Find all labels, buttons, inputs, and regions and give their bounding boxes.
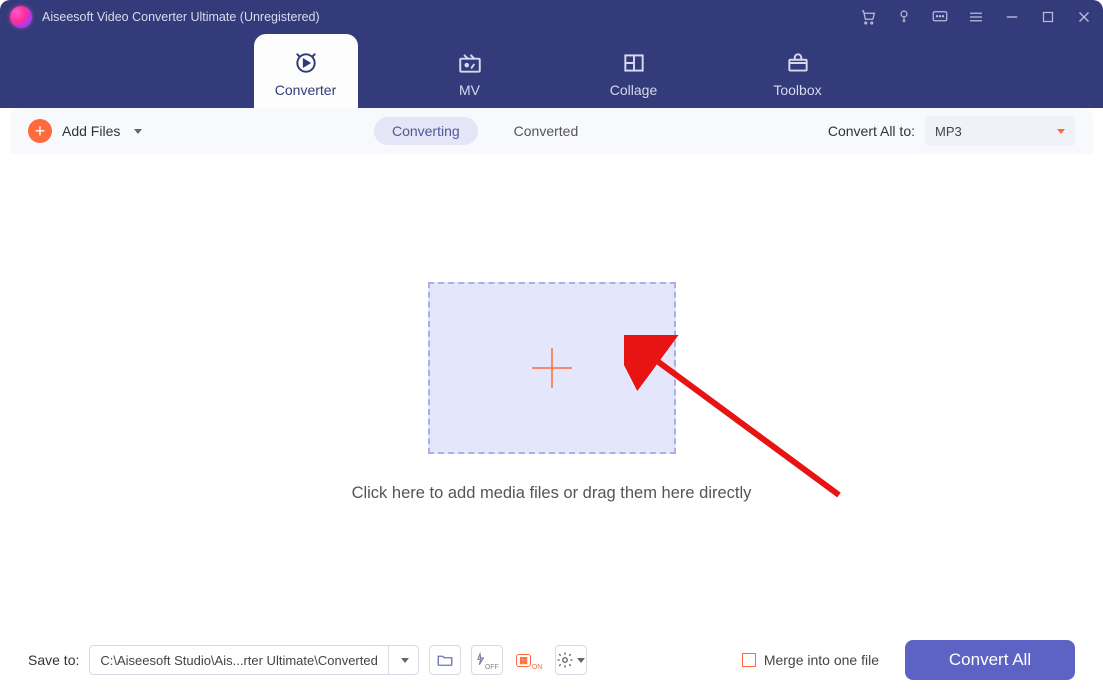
checkbox-icon [742,653,756,667]
menu-icon[interactable] [967,8,985,26]
gpu-icon: ▦ [516,654,531,667]
save-path-value: C:\Aiseesoft Studio\Ais...rter Ultimate\… [90,653,387,668]
key-icon[interactable] [895,8,913,26]
close-button[interactable] [1075,8,1093,26]
chevron-down-icon [134,129,142,134]
add-files-label: Add Files [62,123,120,139]
tab-converter-label: Converter [275,82,336,98]
tab-toolbox-label: Toolbox [773,82,821,98]
minimize-button[interactable] [1003,8,1021,26]
chevron-down-icon [577,658,585,663]
output-format-value: MP3 [935,124,962,139]
convert-all-button[interactable]: Convert All [905,640,1075,680]
title-bar: Aiseesoft Video Converter Ultimate (Unre… [0,0,1103,34]
drop-area: Click here to add media files or drag th… [10,154,1093,631]
segment-converted[interactable]: Converted [496,117,597,145]
window-title: Aiseesoft Video Converter Ultimate (Unre… [42,10,859,24]
save-to-label: Save to: [28,652,79,668]
bottom-bar: Save to: C:\Aiseesoft Studio\Ais...rter … [10,631,1093,689]
chevron-down-icon [1057,129,1065,134]
window-controls [859,8,1093,26]
drop-zone[interactable] [428,282,676,454]
merge-checkbox[interactable]: Merge into one file [742,652,879,668]
tab-toolbox[interactable]: Toolbox [746,34,850,108]
tab-mv-label: MV [459,82,480,98]
chevron-down-icon [401,658,409,663]
convert-all-to-label: Convert All to: [828,123,915,139]
main-nav-tabs: Converter MV Collage Toolbox [0,34,1103,108]
tab-collage[interactable]: Collage [582,34,686,108]
drop-message: Click here to add media files or drag th… [352,484,752,503]
segment-converting[interactable]: Converting [374,117,478,145]
save-path-dropdown[interactable] [388,646,418,674]
tab-collage-label: Collage [610,82,657,98]
lightning-off-button[interactable]: OFF [471,645,503,675]
add-files-button[interactable]: + Add Files [28,119,142,143]
tab-converter[interactable]: Converter [254,34,358,108]
save-path-field[interactable]: C:\Aiseesoft Studio\Ais...rter Ultimate\… [89,645,418,675]
status-segment: Converting Converted [374,117,596,145]
toolbar: + Add Files Converting Converted Convert… [10,108,1093,154]
output-format-dropdown[interactable]: MP3 [925,116,1075,146]
plus-icon [529,345,575,391]
tab-mv[interactable]: MV [418,34,522,108]
maximize-button[interactable] [1039,8,1057,26]
merge-label: Merge into one file [764,652,879,668]
app-logo-icon [10,6,32,28]
feedback-icon[interactable] [931,8,949,26]
plus-icon: + [28,119,52,143]
top-band: Aiseesoft Video Converter Ultimate (Unre… [0,0,1103,108]
open-folder-button[interactable] [429,645,461,675]
gpu-on-button[interactable]: ▦ ON [513,645,545,675]
convert-all-to: Convert All to: MP3 [828,116,1075,146]
cart-icon[interactable] [859,8,877,26]
content-panel: + Add Files Converting Converted Convert… [10,108,1093,689]
app-window: Aiseesoft Video Converter Ultimate (Unre… [0,0,1103,699]
settings-button[interactable] [555,645,587,675]
